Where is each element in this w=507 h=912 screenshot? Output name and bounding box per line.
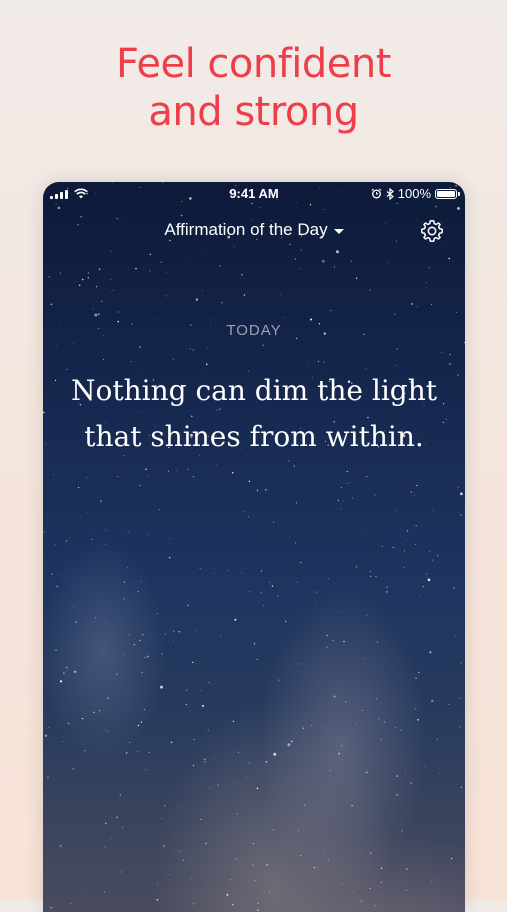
promo-headline: Feel confident and strong — [0, 40, 507, 136]
caret-down-icon — [333, 228, 344, 234]
battery-icon — [435, 188, 460, 199]
bluetooth-icon — [386, 187, 394, 200]
battery-percent: 100% — [397, 186, 431, 201]
gear-icon[interactable] — [419, 218, 445, 244]
promo-headline-line2: and strong — [148, 89, 359, 135]
starfield-background — [43, 182, 465, 911]
status-bar: 9:41 AM 100% — [43, 182, 465, 206]
alarm-icon — [371, 188, 382, 199]
promo-headline-line1: Feel confident — [116, 41, 391, 87]
affirmation-text: Nothing can dim the light that shines fr… — [71, 374, 437, 453]
nav-title: Affirmation of the Day — [164, 220, 328, 239]
date-label: TODAY — [226, 322, 282, 339]
affirmation-type-dropdown[interactable]: Affirmation of the Day — [43, 220, 465, 240]
phone-screen: 9:41 AM 100% Affirmation of the Day TODA… — [43, 182, 465, 912]
